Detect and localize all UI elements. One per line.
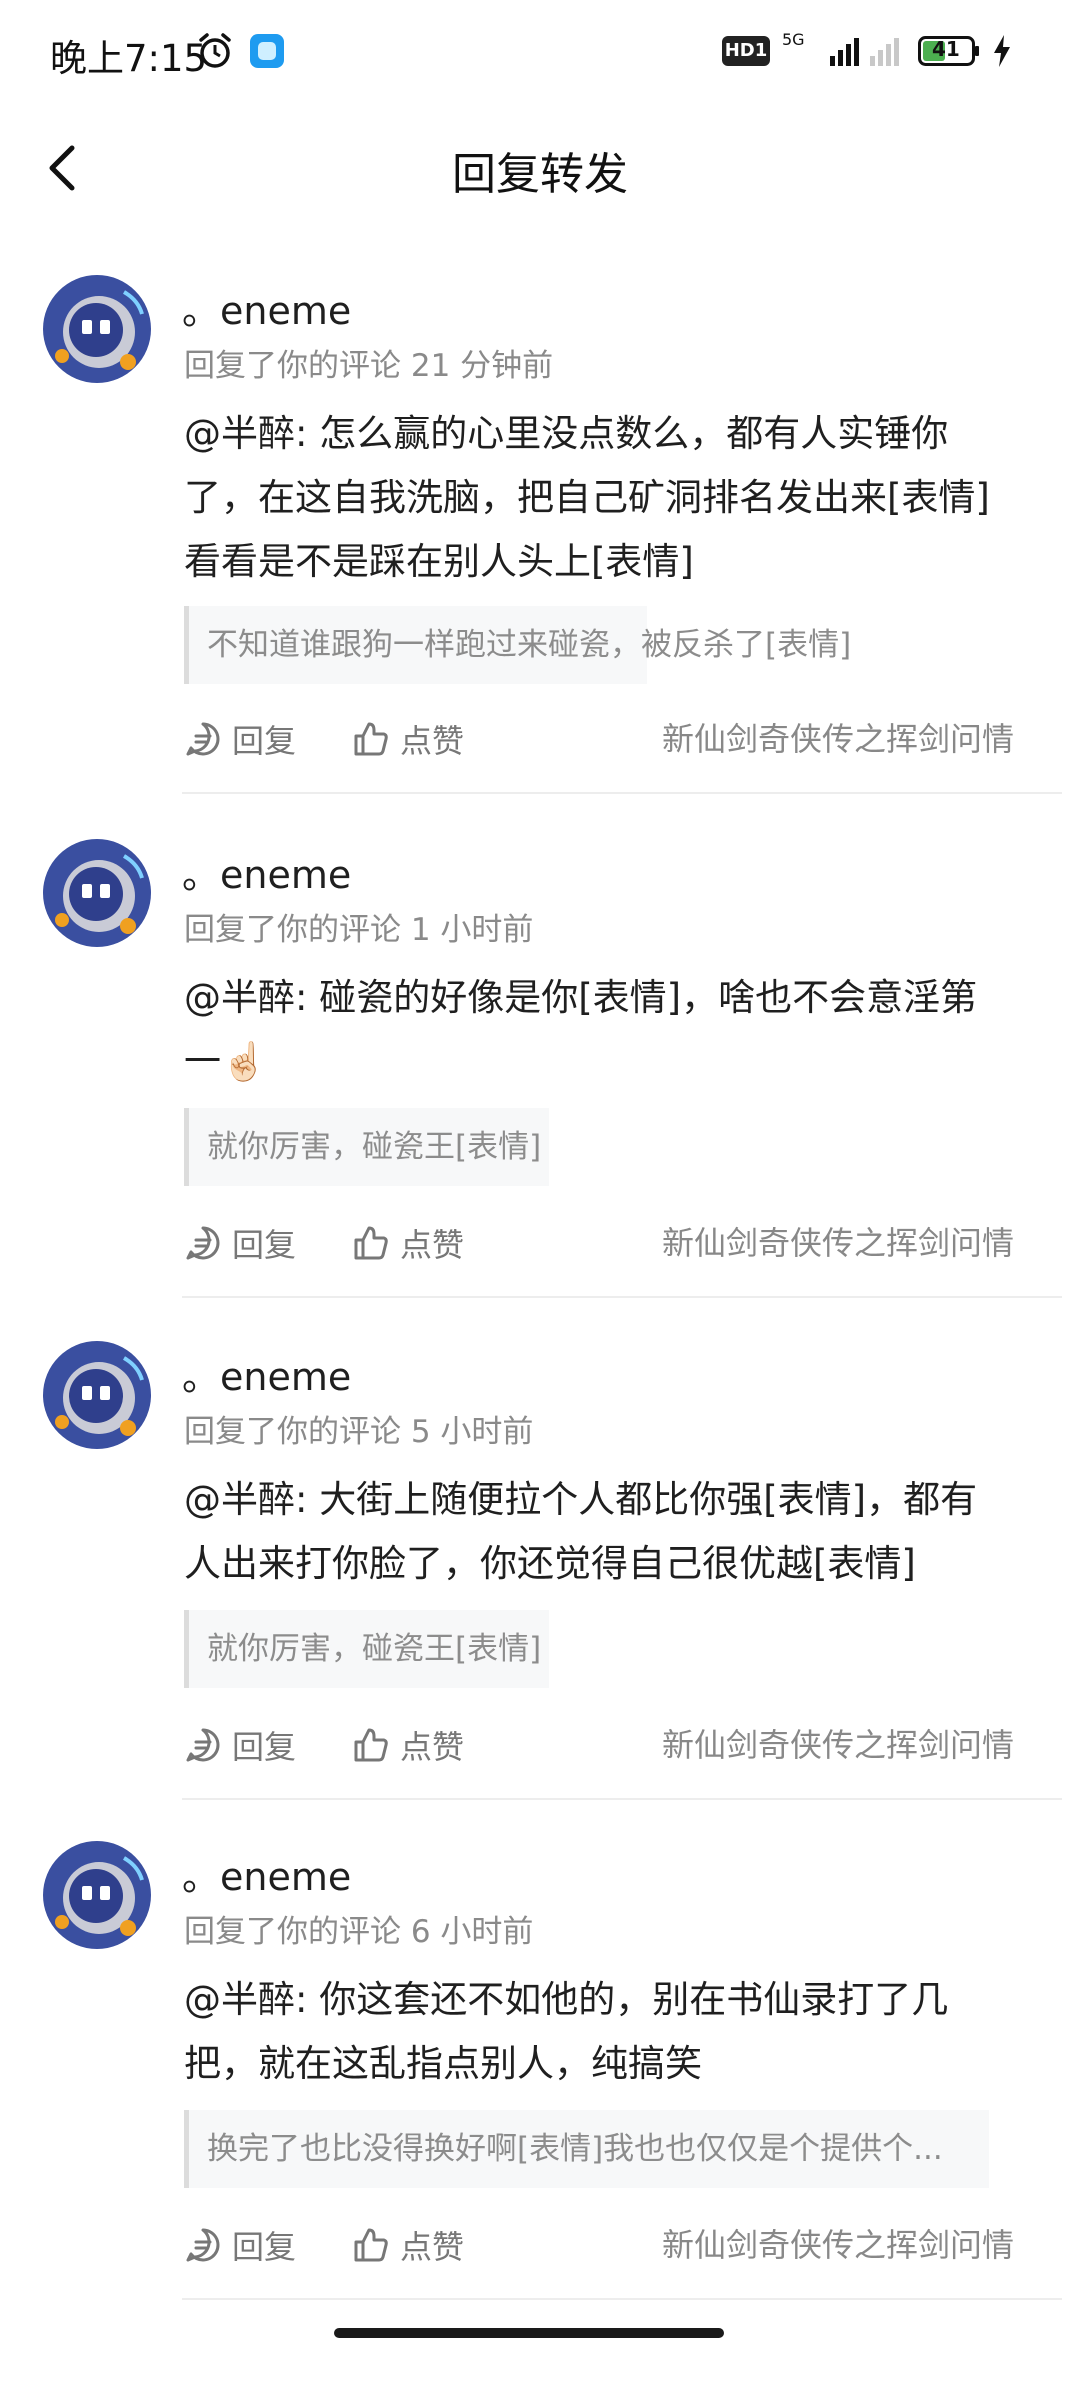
like-label: 点赞 <box>400 2228 465 2266</box>
comment-card[interactable]: 。eneme 回复了你的评论 5 小时前 @半醉: 大街上随便拉个人都比你强[表… <box>0 1340 1080 1800</box>
comment-actions: 回复 点赞 新仙剑奇侠传之挥剑问情 <box>184 2220 1014 2270</box>
comment-card[interactable]: 。eneme 回复了你的评论 1 小时前 @半醉: 碰瓷的好像是你[表情]，啥也… <box>0 838 1080 1298</box>
charging-icon <box>994 35 1010 67</box>
reply-label: 回复 <box>232 1226 297 1264</box>
comment-text: @半醉: 你这套还不如他的，别在书仙录打了几把，就在这乱指点别人，纯搞笑 <box>184 1978 949 2085</box>
reply-button[interactable]: 回复 <box>184 1218 296 1268</box>
divider <box>182 1296 1062 1298</box>
reply-label: 回复 <box>232 2228 297 2266</box>
comment-meta: 回复了你的评论 1 小时前 <box>184 912 534 948</box>
comment-bubble-icon <box>186 1728 220 1762</box>
comment-text: @半醉: 碰瓷的好像是你[表情]，啥也不会意淫第一☝🏻 <box>184 976 978 1083</box>
quoted-text: 不知道谁跟狗一样跑过来碰瓷，被反杀了[表情] <box>207 627 852 663</box>
quoted-text: 换完了也比没得换好啊[表情]我也也仅仅是个提供个... <box>207 2131 943 2167</box>
like-label: 点赞 <box>400 1226 465 1264</box>
quoted-text: 就你厉害，碰瓷王[表情] <box>207 1631 542 1667</box>
status-bar: 晚上7:15 HD1 5G 41 <box>0 0 1080 104</box>
divider <box>182 1798 1062 1800</box>
username[interactable]: 。eneme <box>182 1846 351 1901</box>
username[interactable]: 。eneme <box>182 280 351 335</box>
reply-button[interactable]: 回复 <box>184 714 296 764</box>
thumbs-up-icon <box>354 722 388 756</box>
thumbs-up-icon <box>354 1728 388 1762</box>
like-label: 点赞 <box>400 1728 465 1766</box>
game-source-link[interactable]: 新仙剑奇侠传之挥剑问情 <box>662 714 1014 764</box>
quoted-comment[interactable]: 不知道谁跟狗一样跑过来碰瓷，被反杀了[表情] <box>184 606 852 684</box>
user-avatar[interactable] <box>42 1840 152 1950</box>
game-source-link[interactable]: 新仙剑奇侠传之挥剑问情 <box>662 1720 1014 1770</box>
status-time: 晚上7:15 <box>50 37 208 80</box>
divider <box>182 792 1062 794</box>
comment-meta: 回复了你的评论 5 小时前 <box>184 1414 534 1450</box>
thumbs-up-icon <box>354 2228 388 2262</box>
reply-button[interactable]: 回复 <box>184 2220 296 2270</box>
comment-text: @半醉: 大街上随便拉个人都比你强[表情]，都有人出来打你脸了，你还觉得自己很优… <box>184 1478 978 1585</box>
alarm-icon <box>199 33 231 68</box>
quoted-text: 就你厉害，碰瓷王[表情] <box>207 1129 542 1165</box>
battery-level: 41 <box>932 37 960 61</box>
username[interactable]: 。eneme <box>182 1346 351 1401</box>
like-button[interactable]: 点赞 <box>352 2220 464 2270</box>
reply-label: 回复 <box>232 1728 297 1766</box>
reply-label: 回复 <box>232 722 297 760</box>
game-source-link[interactable]: 新仙剑奇侠传之挥剑问情 <box>662 2220 1014 2270</box>
page-title: 回复转发 <box>452 149 628 200</box>
user-avatar[interactable] <box>42 1340 152 1450</box>
user-avatar[interactable] <box>42 274 152 384</box>
comment-bubble-icon <box>186 2228 220 2262</box>
comment-actions: 回复 点赞 新仙剑奇侠传之挥剑问情 <box>184 1218 1014 1268</box>
game-source-link[interactable]: 新仙剑奇侠传之挥剑问情 <box>662 1218 1014 1268</box>
comment-card[interactable]: 。eneme 回复了你的评论 6 小时前 @半醉: 你这套还不如他的，别在书仙录… <box>0 1840 1080 2300</box>
comment-meta: 回复了你的评论 21 分钟前 <box>184 348 554 384</box>
comment-bubble-icon <box>186 1226 220 1260</box>
comment-bubble-icon <box>186 722 220 756</box>
quoted-comment[interactable]: 就你厉害，碰瓷王[表情] <box>184 1108 549 1186</box>
app-notification-icon <box>250 34 284 68</box>
user-avatar[interactable] <box>42 838 152 948</box>
home-indicator[interactable] <box>334 2328 724 2338</box>
like-button[interactable]: 点赞 <box>352 1218 464 1268</box>
thumbs-up-icon <box>354 1226 388 1260</box>
quoted-comment[interactable]: 换完了也比没得换好啊[表情]我也也仅仅是个提供个... <box>184 2110 989 2188</box>
like-button[interactable]: 点赞 <box>352 1720 464 1770</box>
comment-text: @半醉: 怎么赢的心里没点数么，都有人实锤你了，在这自我洗脑，把自己矿洞排名发出… <box>184 412 990 583</box>
username[interactable]: 。eneme <box>182 844 351 899</box>
divider <box>182 2298 1062 2300</box>
comment-card[interactable]: 。eneme 回复了你的评论 21 分钟前 @半醉: 怎么赢的心里没点数么，都有… <box>0 274 1080 794</box>
comment-meta: 回复了你的评论 6 小时前 <box>184 1914 534 1950</box>
like-label: 点赞 <box>400 722 465 760</box>
hd-badge: HD1 <box>722 36 770 66</box>
comment-actions: 回复 点赞 新仙剑奇侠传之挥剑问情 <box>184 714 1014 764</box>
comment-actions: 回复 点赞 新仙剑奇侠传之挥剑问情 <box>184 1720 1014 1770</box>
top-nav-bar: 回复转发 <box>0 118 1080 218</box>
like-button[interactable]: 点赞 <box>352 714 464 764</box>
quoted-comment[interactable]: 就你厉害，碰瓷王[表情] <box>184 1610 549 1688</box>
reply-button[interactable]: 回复 <box>184 1720 296 1770</box>
